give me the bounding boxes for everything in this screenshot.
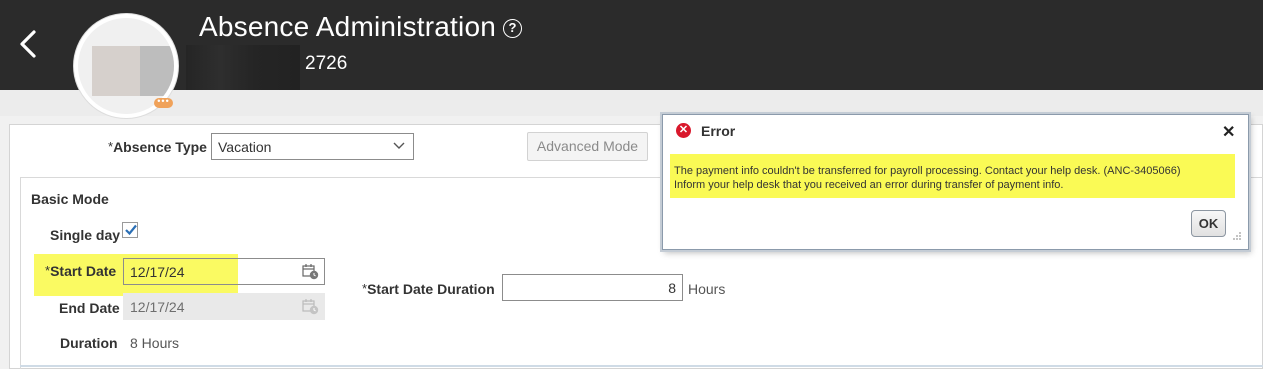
end-date-value: 12/17/24	[130, 299, 185, 315]
start-date-duration-label: *Start Date Duration	[362, 281, 495, 297]
header-subbar	[0, 90, 1263, 116]
chevron-down-icon	[393, 142, 405, 149]
help-icon[interactable]: ?	[503, 19, 522, 38]
error-icon: ✕	[676, 123, 691, 138]
page-header: Absence Administration ? 2726	[0, 0, 1263, 90]
resize-grip-icon[interactable]	[1231, 230, 1242, 241]
avatar-menu-badge[interactable]: •••	[154, 97, 173, 108]
start-date-label: *Start Date	[45, 263, 117, 279]
duration-label: Duration	[60, 335, 118, 351]
single-day-label: Single day	[50, 227, 121, 243]
ok-button[interactable]: OK	[1191, 210, 1226, 237]
start-date-value: 12/17/24	[130, 264, 185, 280]
error-message-line: The payment info couldn't be transferred…	[674, 165, 1181, 177]
end-date-label: End Date	[59, 300, 120, 316]
single-day-checkbox[interactable]	[122, 222, 138, 238]
duration-value: 8 Hours	[130, 335, 180, 351]
absence-type-select[interactable]: Vacation	[211, 133, 414, 160]
avatar-blur	[140, 46, 174, 96]
page-title: Absence Administration	[199, 11, 497, 42]
close-icon[interactable]: ✕	[1222, 122, 1235, 142]
start-date-duration-unit: Hours	[688, 281, 726, 297]
start-date-input[interactable]: 12/17/24	[123, 258, 325, 285]
advanced-mode-button[interactable]: Advanced Mode	[527, 132, 648, 161]
person-number: 2726	[305, 53, 348, 74]
dialog-title: Error	[701, 123, 736, 139]
checkmark-icon	[125, 224, 137, 236]
start-date-duration-input[interactable]: 8	[502, 274, 683, 301]
end-date-input: 12/17/24	[123, 293, 325, 320]
back-button[interactable]	[14, 26, 44, 62]
person-name-redacted	[186, 45, 300, 90]
error-message: The payment info couldn't be transferred…	[670, 154, 1235, 198]
basic-mode-heading: Basic Mode	[31, 191, 109, 207]
avatar-blur	[92, 46, 140, 96]
absence-type-label: *Absence Type	[108, 139, 207, 155]
chevron-left-icon	[20, 30, 36, 58]
error-message-line: Inform your help desk that you received …	[674, 179, 1064, 191]
calendar-icon[interactable]	[302, 263, 319, 280]
calendar-icon	[302, 299, 319, 315]
section-divider	[20, 365, 1263, 367]
absence-type-value: Vacation	[218, 139, 272, 155]
